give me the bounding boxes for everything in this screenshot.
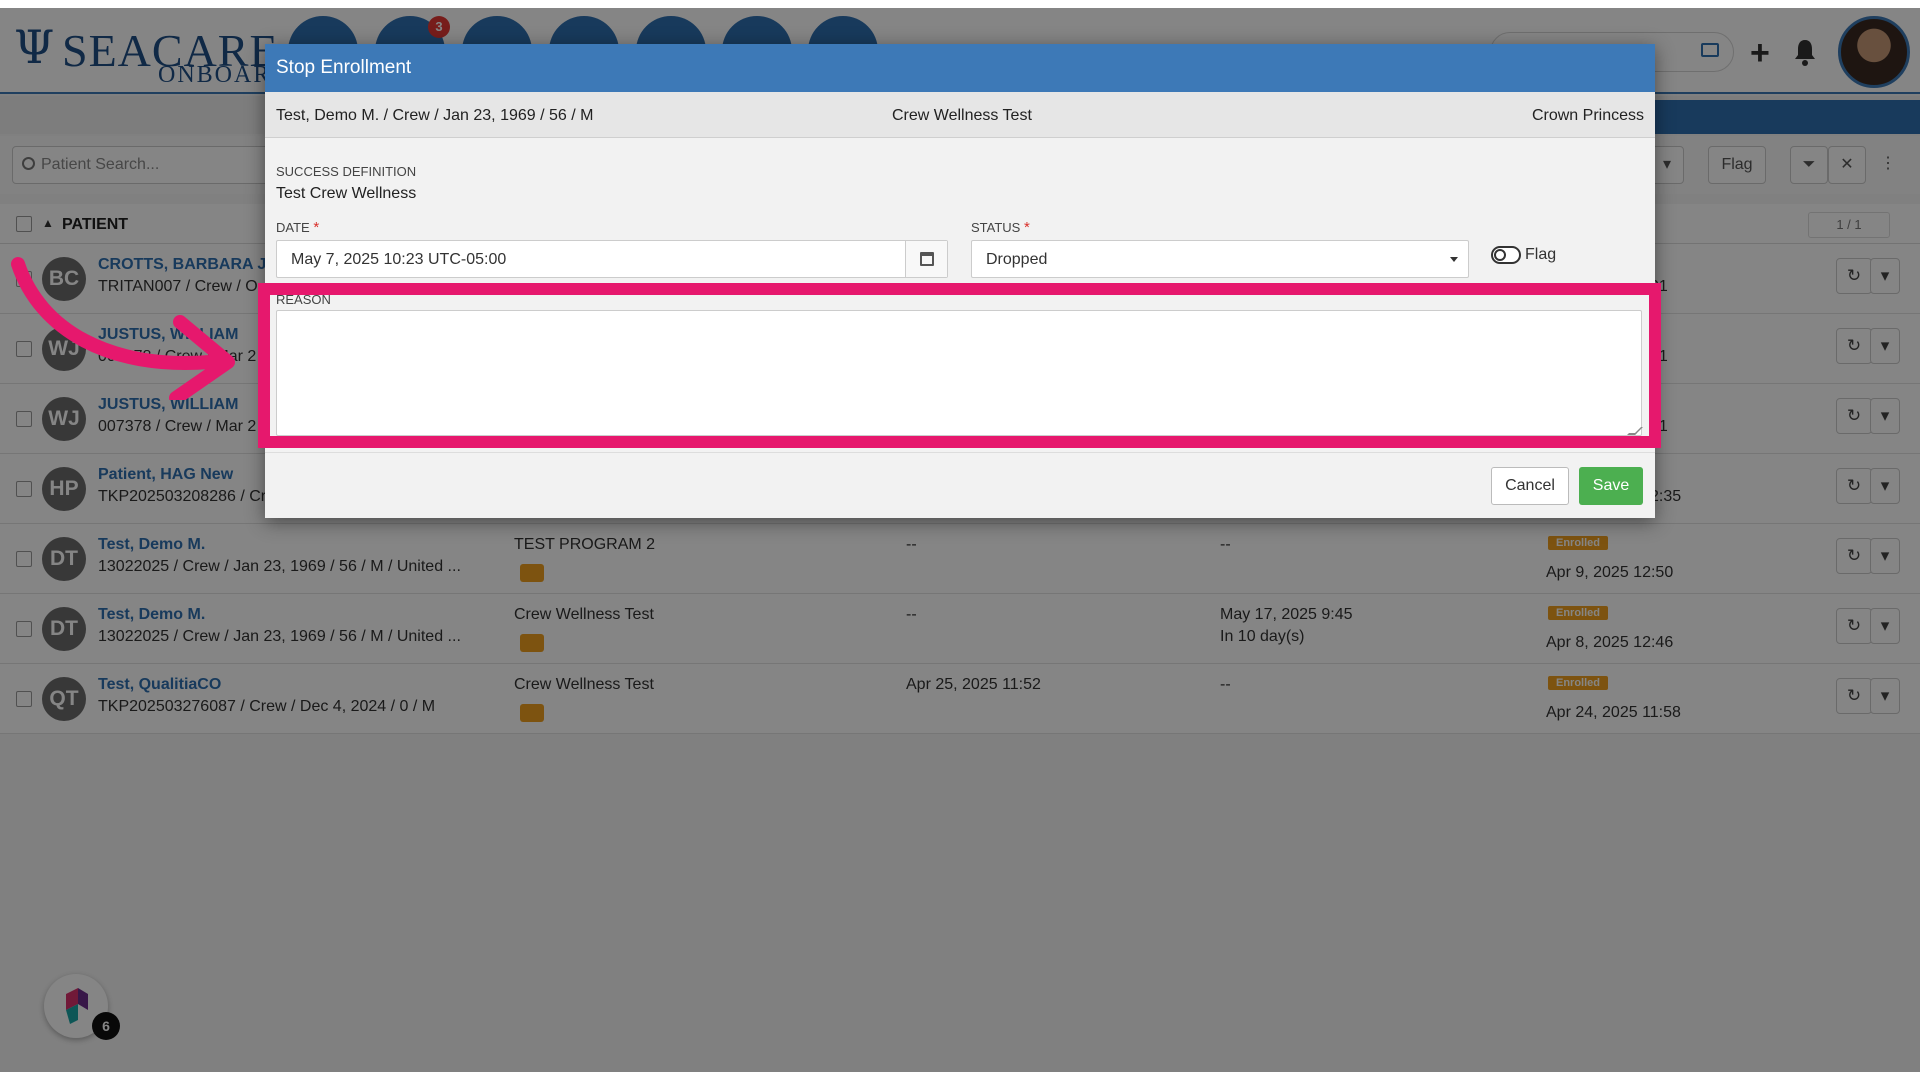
ship-info: Crown Princess — [1531, 107, 1644, 124]
chevron-down-icon — [1450, 257, 1458, 262]
toggle-knob — [1494, 249, 1506, 261]
patient-info: Test, Demo M. / Crew / Jan 23, 1969 / 56… — [276, 107, 594, 124]
status-label: STATUS * — [971, 219, 1030, 236]
modal-title: Stop Enrollment — [276, 57, 412, 78]
required-asterisk: * — [1023, 219, 1030, 236]
pointer-arrow-icon — [11, 257, 235, 400]
date-label-text: DATE — [276, 220, 310, 235]
program-info: Crew Wellness Test — [892, 107, 1032, 124]
success-definition-label: SUCCESS DEFINITION — [276, 164, 417, 179]
calendar-icon — [920, 252, 934, 266]
date-label: DATE * — [276, 219, 319, 236]
success-definition-value: Test Crew Wellness — [276, 185, 417, 202]
modal-footer-divider — [265, 452, 1655, 453]
date-input[interactable]: May 7, 2025 10:23 UTC-05:00 — [276, 240, 948, 278]
app-background: Ψ SEACARE ONBOARD 3 + Patient Search... … — [0, 8, 1920, 1072]
save-button[interactable]: Save — [1579, 467, 1643, 505]
flag-label: Flag — [1525, 246, 1557, 263]
status-select[interactable]: Dropped — [971, 240, 1469, 278]
required-asterisk: * — [313, 219, 320, 236]
reason-highlight-box — [258, 283, 1661, 448]
status-value: Dropped — [986, 251, 1048, 268]
modal-header: Stop Enrollment — [265, 44, 1655, 92]
status-label-text: STATUS — [971, 220, 1021, 235]
patient-info-bar: Test, Demo M. / Crew / Jan 23, 1969 / 56… — [265, 92, 1655, 138]
date-value: May 7, 2025 10:23 UTC-05:00 — [291, 251, 507, 268]
cancel-button[interactable]: Cancel — [1491, 467, 1569, 505]
calendar-button[interactable] — [905, 241, 947, 277]
flag-toggle[interactable] — [1491, 246, 1521, 264]
